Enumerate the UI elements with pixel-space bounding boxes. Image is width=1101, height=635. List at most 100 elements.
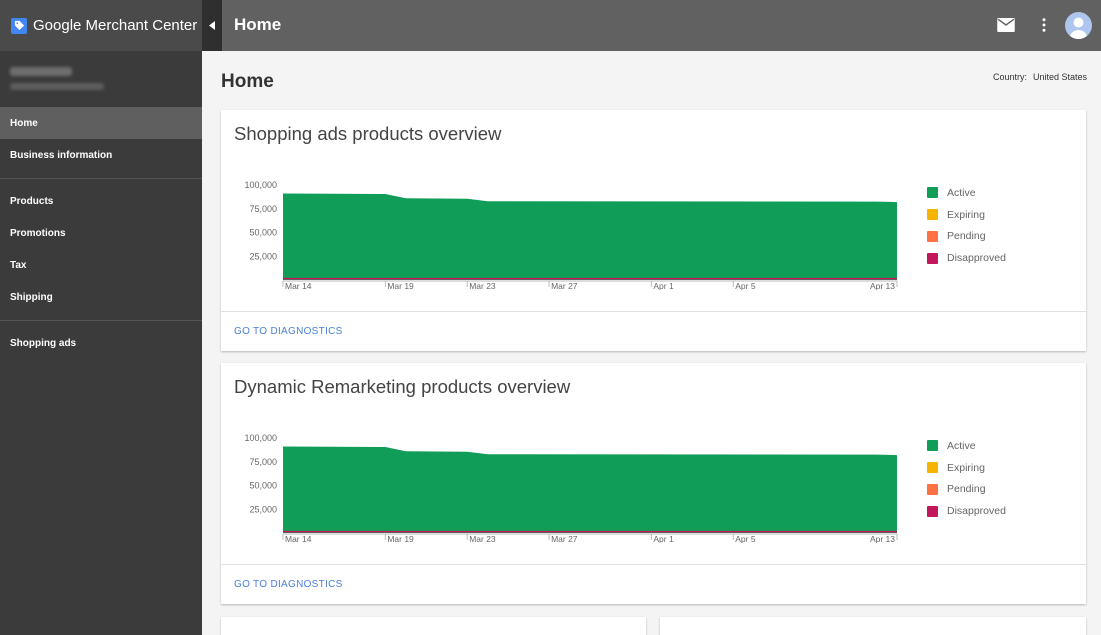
y-tick-label: 50,000 bbox=[249, 228, 277, 238]
shopping-ads-overview-card: Shopping ads products overview 100,000 75… bbox=[221, 110, 1086, 351]
legend-swatch bbox=[927, 483, 938, 495]
bottom-card-left bbox=[221, 617, 646, 635]
collapse-sidebar-button[interactable] bbox=[202, 0, 222, 51]
sidebar-item-tax[interactable]: Tax bbox=[0, 249, 202, 281]
legend-label: Active bbox=[947, 439, 976, 452]
series-area-active bbox=[283, 193, 897, 280]
sidebar-item-shopping-ads[interactable]: Shopping ads bbox=[0, 327, 202, 359]
mail-button[interactable] bbox=[995, 14, 1017, 36]
go-to-diagnostics-link[interactable]: GO TO DIAGNOSTICS bbox=[234, 326, 343, 337]
y-tick-label: 100,000 bbox=[244, 180, 277, 190]
chart-legend: Active Expiring Pending Disapproved bbox=[927, 435, 1006, 522]
main-content: Home Country: United States Shopping ads … bbox=[202, 51, 1101, 635]
card-footer: GO TO DIAGNOSTICS bbox=[221, 564, 1086, 604]
country-label: Country: bbox=[992, 72, 1027, 82]
sidebar-item-label: Products bbox=[10, 195, 54, 207]
account-name-redacted bbox=[10, 67, 72, 76]
series-area-active bbox=[283, 446, 897, 533]
x-tick-label: Mar 27 bbox=[551, 534, 578, 543]
brand-name: Google Merchant Center bbox=[33, 17, 198, 34]
brand[interactable]: Google Merchant Center bbox=[0, 0, 202, 51]
merchant-id-redacted bbox=[10, 83, 104, 90]
legend-swatch bbox=[927, 187, 938, 199]
sidebar-item-shipping[interactable]: Shipping bbox=[0, 281, 202, 313]
x-tick-label: Apr 5 bbox=[735, 281, 756, 290]
merchant-tag-icon bbox=[11, 17, 27, 34]
card-title: Shopping ads products overview bbox=[234, 123, 502, 144]
legend-label: Disapproved bbox=[947, 505, 1006, 518]
sidebar-item-label: Tax bbox=[10, 259, 27, 271]
y-tick-label: 25,000 bbox=[249, 504, 277, 514]
legend-swatch bbox=[927, 505, 938, 517]
legend-item-pending[interactable]: Pending bbox=[927, 479, 1006, 501]
chart-legend: Active Expiring Pending Disapproved bbox=[927, 182, 1006, 269]
y-tick-label: 25,000 bbox=[249, 251, 277, 261]
legend-item-expiring[interactable]: Expiring bbox=[927, 457, 1006, 479]
x-tick-label: Mar 14 bbox=[285, 534, 312, 543]
legend-swatch bbox=[927, 209, 938, 221]
sidebar-item-label: Business information bbox=[10, 149, 113, 161]
go-to-diagnostics-link[interactable]: GO TO DIAGNOSTICS bbox=[234, 579, 343, 590]
legend-item-active[interactable]: Active bbox=[927, 182, 1006, 204]
x-tick-label: Mar 14 bbox=[285, 281, 312, 290]
legend-swatch bbox=[927, 252, 938, 264]
card-footer: GO TO DIAGNOSTICS bbox=[221, 311, 1086, 351]
sidebar-divider bbox=[0, 178, 202, 179]
legend-item-disapproved[interactable]: Disapproved bbox=[927, 247, 1006, 269]
more-vert-icon bbox=[1042, 18, 1046, 32]
legend-item-expiring[interactable]: Expiring bbox=[927, 204, 1006, 226]
y-tick-label: 75,000 bbox=[249, 204, 277, 214]
area-chart: 100,000 75,000 50,000 25,000 Mar 14 Mar 19 Mar… bbox=[244, 433, 898, 543]
sidebar-item-label: Home bbox=[10, 117, 38, 129]
legend-label: Active bbox=[947, 186, 976, 199]
person-icon bbox=[1069, 17, 1088, 39]
legend-swatch bbox=[927, 462, 938, 474]
x-tick-label: Mar 23 bbox=[469, 534, 496, 543]
account-info[interactable] bbox=[0, 51, 202, 107]
legend-label: Pending bbox=[947, 483, 986, 496]
x-tick-label: Apr 5 bbox=[735, 534, 756, 543]
x-tick-label: Mar 27 bbox=[551, 281, 578, 290]
legend-label: Expiring bbox=[947, 461, 985, 474]
chart-plot: 100,000 75,000 50,000 25,000 Mar 14 Mar 19 Mar… bbox=[244, 433, 898, 543]
legend-swatch bbox=[927, 230, 938, 242]
bottom-card-right bbox=[660, 617, 1086, 635]
y-tick-label: 50,000 bbox=[249, 481, 277, 491]
country-value: United States bbox=[1032, 72, 1087, 82]
sidebar-item-home[interactable]: Home bbox=[0, 107, 202, 139]
chevron-left-icon bbox=[208, 21, 215, 30]
country-indicator[interactable]: Country: United States bbox=[993, 72, 1087, 82]
legend-swatch bbox=[927, 440, 938, 452]
sidebar-divider bbox=[0, 320, 202, 321]
area-chart: 100,000 75,000 50,000 25,000 Mar 14 Mar 19 Mar… bbox=[244, 180, 898, 290]
legend-label: Expiring bbox=[947, 208, 985, 221]
chart-plot: 100,000 75,000 50,000 25,000 Mar 14 Mar 19 Mar… bbox=[244, 180, 898, 290]
sidebar-item-business-information[interactable]: Business information bbox=[0, 139, 202, 171]
dynamic-remarketing-overview-card: Dynamic Remarketing products overview 10… bbox=[221, 363, 1086, 604]
sidebar-item-products[interactable]: Products bbox=[0, 185, 202, 217]
more-options-button[interactable] bbox=[1036, 14, 1052, 36]
sidebar-item-promotions[interactable]: Promotions bbox=[0, 217, 202, 249]
y-tick-label: 75,000 bbox=[249, 457, 277, 467]
sidebar: Home Business information Products Promo… bbox=[0, 51, 202, 635]
page-title: Home bbox=[221, 71, 274, 92]
legend-item-disapproved[interactable]: Disapproved bbox=[927, 500, 1006, 522]
account-avatar[interactable] bbox=[1065, 12, 1092, 39]
sidebar-item-label: Shipping bbox=[10, 291, 53, 303]
x-tick-label: Apr 13 bbox=[870, 534, 895, 543]
x-tick-label: Apr 1 bbox=[653, 281, 674, 290]
sidebar-item-label: Promotions bbox=[10, 227, 66, 239]
x-tick-label: Apr 13 bbox=[870, 281, 895, 290]
legend-item-pending[interactable]: Pending bbox=[927, 226, 1006, 248]
x-tick-label: Mar 19 bbox=[387, 281, 414, 290]
y-tick-label: 100,000 bbox=[244, 433, 277, 443]
card-title: Dynamic Remarketing products overview bbox=[234, 376, 571, 397]
top-app-bar: Google Merchant Center Home bbox=[0, 0, 1101, 51]
legend-label: Disapproved bbox=[947, 252, 1006, 265]
mail-icon bbox=[997, 18, 1015, 32]
page-header-title: Home bbox=[234, 15, 282, 34]
sidebar-item-label: Shopping ads bbox=[10, 337, 77, 349]
legend-item-active[interactable]: Active bbox=[927, 435, 1006, 457]
x-tick-label: Mar 23 bbox=[469, 281, 496, 290]
x-tick-label: Mar 19 bbox=[387, 534, 414, 543]
